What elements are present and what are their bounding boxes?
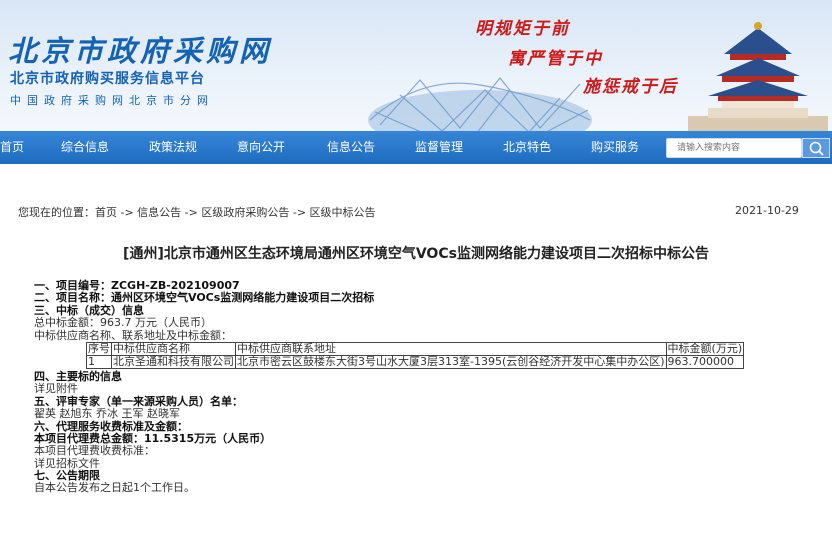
nav-item-general-info[interactable]: 综合信息 [61,131,109,164]
temple-of-heaven-image [688,22,828,131]
nav-item-home[interactable]: 首页 [0,131,24,164]
site-subtitle-secondary: 中国政府采购网北京市分网 [10,94,214,107]
breadcrumb: 您现在的位置：首页 -> 信息公告 -> 区级政府采购公告 -> 区级中标公告 [18,206,376,219]
table-row: 1 北京圣通和科技有限公司 北京市密云区鼓楼东大街3号山水大厦3层313室-13… [86,354,745,369]
site-title[interactable]: 北京市政府采购网 [8,28,272,70]
search-icon [809,141,824,156]
site-banner: 北京市政府采购网 北京市政府购买服务信息平台 中国政府采购网北京市分网 明规矩于… [0,0,832,131]
article-title: [通州]北京市通州区生态环境局通州区环境空气VOCs监测网络能力建设项目二次招标… [123,246,709,262]
winning-supplier-table: 序号 中标供应商名称 中标供应商联系地址 中标金额(万元) 1 北京圣通和科技有… [86,341,745,369]
slogan-1: 明规矩于前 [475,19,570,39]
nav-item-intent-disclosure[interactable]: 意向公开 [237,131,285,164]
section-4-heading: 四、主要标的信息 [34,369,122,383]
table-header-cell: 中标金额(万元) [665,341,745,356]
search-input[interactable] [666,138,802,158]
section-4-text: 详见附件 [34,382,78,396]
table-header-cell: 序号 [86,341,112,356]
site-subtitle: 北京市政府购买服务信息平台 [10,71,205,87]
table-header-row: 序号 中标供应商名称 中标供应商联系地址 中标金额(万元) [86,341,745,356]
nav-item-purchase-services[interactable]: 购买服务 [591,131,639,164]
nav-item-beijing-features[interactable]: 北京特色 [503,131,551,164]
agency-fee-standard: 本项目代理费收费标准： [34,444,155,458]
nav-item-announcements[interactable]: 信息公告 [327,131,375,164]
table-cell: 1 [86,354,112,369]
expert-list: 翟英 赵旭东 乔冰 王军 赵晓军 [34,407,180,421]
table-cell: 北京市密云区鼓楼东大街3号山水大厦3层313室-1395(云创谷经济开发中心集中… [235,354,667,369]
article-body: 一、项目编号：ZCGH-ZB-202109007 二、项目名称：通州区环境空气V… [34,279,824,495]
announcement-period: 自本公告发布之日起1个工作日。 [34,481,195,495]
total-award-amount: 总中标金额：963.7 万元（人民币） [34,316,212,330]
slogan-2: 寓严管于中 [508,49,603,69]
agency-fee-detail: 详见招标文件 [34,456,100,470]
project-name: 二、项目名称：通州区环境空气VOCs监测网络能力建设项目二次招标 [34,291,375,305]
nav-item-supervision[interactable]: 监督管理 [415,131,463,164]
publish-date: 2021-10-29 [735,204,799,217]
table-cell: 北京圣通和科技有限公司 [111,354,236,369]
table-header-cell: 中标供应商名称 [111,341,236,356]
table-header-cell: 中标供应商联系地址 [235,341,667,356]
supplier-intro: 中标供应商名称、联系地址及中标金额： [34,328,232,342]
search-button[interactable] [802,138,830,158]
nav-item-policies[interactable]: 政策法规 [149,131,197,164]
slogan-3: 施惩戒于后 [583,77,678,97]
table-cell: 963.700000 [665,354,745,369]
